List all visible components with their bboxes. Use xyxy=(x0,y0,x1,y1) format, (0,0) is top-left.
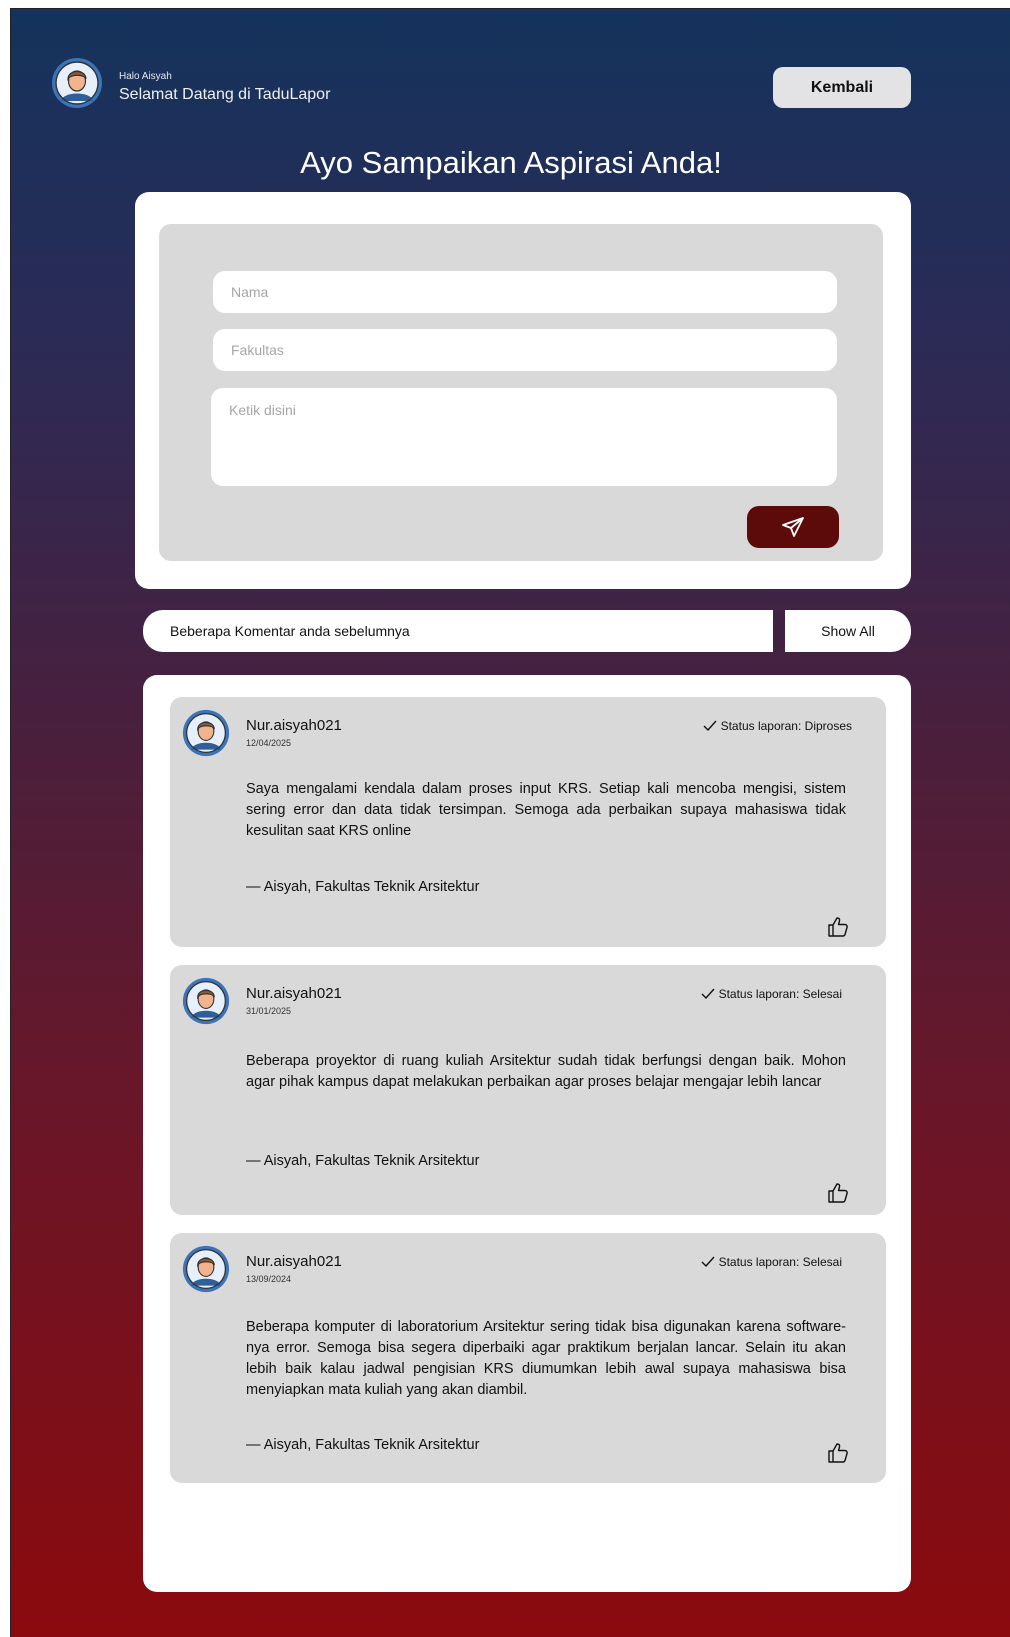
show-all-button[interactable]: Show All xyxy=(785,610,911,652)
comment-signature: — Aisyah, Fakultas Teknik Arsitektur xyxy=(246,879,480,895)
comment-username: Nur.aisyah021 xyxy=(246,1253,342,1270)
user-avatar-icon xyxy=(182,1245,230,1293)
message-textarea[interactable] xyxy=(211,388,837,486)
greeting-small: Halo Aisyah xyxy=(119,71,172,82)
app-frame: Halo Aisyah Selamat Datang di TaduLapor … xyxy=(10,8,1010,1637)
comment-signature: — Aisyah, Fakultas Teknik Arsitektur xyxy=(246,1153,480,1169)
comment-signature: — Aisyah, Fakultas Teknik Arsitektur xyxy=(246,1437,480,1453)
greeting-title: Selamat Datang di TaduLapor xyxy=(119,86,331,103)
send-button[interactable] xyxy=(747,506,839,548)
send-paper-plane-icon xyxy=(782,517,804,537)
thumbs-up-icon[interactable] xyxy=(826,1441,850,1465)
comment-username: Nur.aisyah021 xyxy=(246,717,342,734)
previous-comments-label: Beberapa Komentar anda sebelumnya xyxy=(143,610,773,652)
user-avatar-icon xyxy=(182,977,230,1025)
status-badge: Status laporan: Selesai xyxy=(701,1255,842,1269)
check-icon xyxy=(703,720,717,732)
comment-card: Nur.aisyah021 13/09/2024 Status laporan:… xyxy=(170,1233,886,1483)
check-icon xyxy=(701,988,715,1000)
status-text: Status laporan: Selesai xyxy=(718,987,842,1001)
comment-card: Nur.aisyah021 31/01/2025 Status laporan:… xyxy=(170,965,886,1215)
thumbs-up-icon[interactable] xyxy=(826,1181,850,1205)
comment-card: Nur.aisyah021 12/04/2025 Status laporan:… xyxy=(170,697,886,947)
comment-username: Nur.aisyah021 xyxy=(246,985,342,1002)
page-title: Ayo Sampaikan Aspirasi Anda! xyxy=(300,145,722,180)
back-button[interactable]: Kembali xyxy=(773,67,911,108)
comment-text: Saya mengalami kendala dalam proses inpu… xyxy=(246,781,846,839)
comment-text: Beberapa komputer di laboratorium Arsite… xyxy=(246,1319,846,1398)
comment-text: Beberapa proyektor di ruang kuliah Arsit… xyxy=(246,1053,846,1090)
status-text: Status laporan: Selesai xyxy=(718,1255,842,1269)
comment-list: Nur.aisyah021 12/04/2025 Status laporan:… xyxy=(143,675,911,1592)
status-badge: Status laporan: Diproses xyxy=(703,719,852,733)
status-badge: Status laporan: Selesai xyxy=(701,987,842,1001)
name-input[interactable] xyxy=(213,271,837,313)
user-avatar-icon[interactable] xyxy=(51,57,103,109)
comment-date: 12/04/2025 xyxy=(246,738,292,748)
thumbs-up-icon[interactable] xyxy=(826,915,850,939)
faculty-input[interactable] xyxy=(213,329,837,371)
user-avatar-icon xyxy=(182,709,230,757)
comment-date: 13/09/2024 xyxy=(246,1274,292,1284)
comment-date: 31/01/2025 xyxy=(246,1006,292,1016)
aspiration-form xyxy=(159,224,883,561)
aspiration-form-card xyxy=(135,192,911,589)
status-text: Status laporan: Diproses xyxy=(720,719,852,733)
check-icon xyxy=(701,1256,715,1268)
